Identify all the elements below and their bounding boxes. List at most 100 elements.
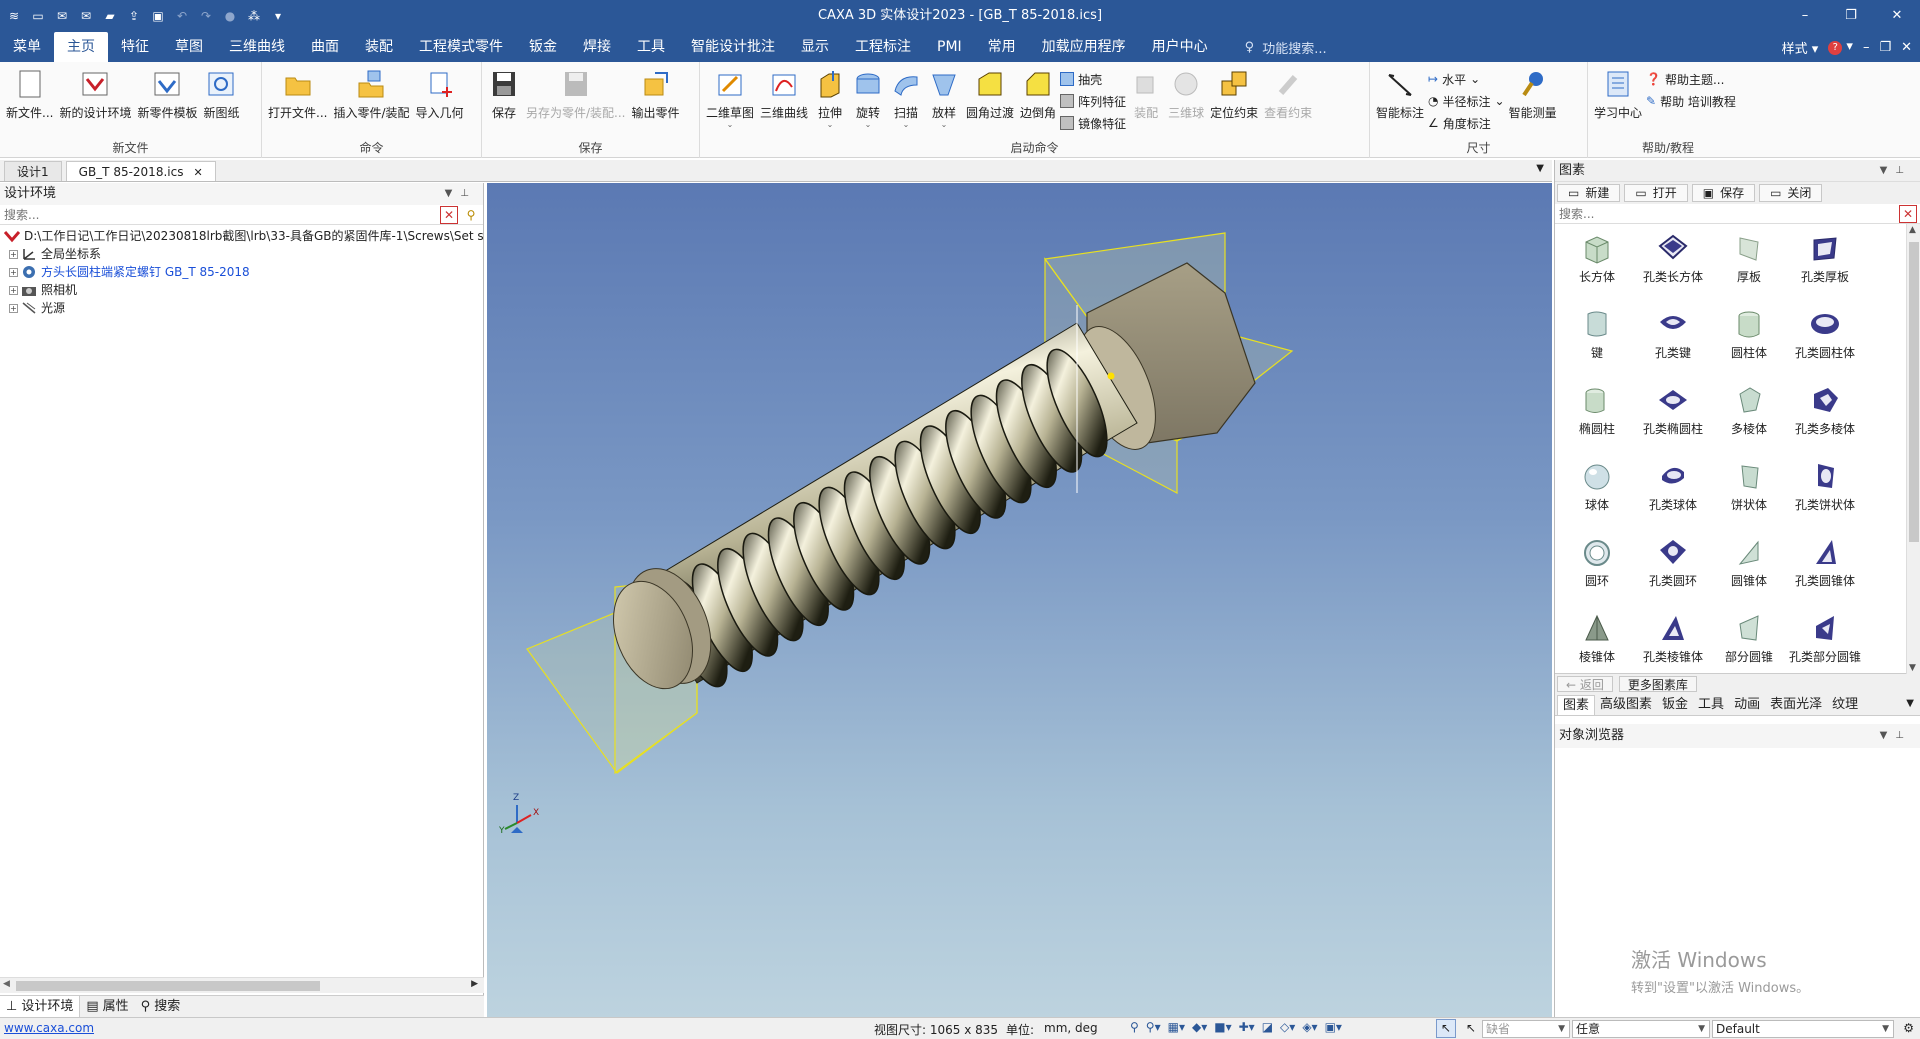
library-tab-0[interactable]: 图素	[1557, 694, 1596, 715]
mail-icon[interactable]: ✉	[78, 8, 94, 24]
shape-item-plate[interactable]: 厚板	[1711, 232, 1787, 302]
menu-item-15[interactable]: 常用	[975, 32, 1029, 62]
shape-item-holecyl[interactable]: 孔类圆柱体	[1787, 308, 1863, 378]
stop-icon[interactable]: ●	[222, 8, 238, 24]
scroll-down-icon[interactable]: ▼	[1909, 663, 1916, 673]
library-tab-2[interactable]: 钣金	[1657, 695, 1693, 715]
close-tab-icon[interactable]: ✕	[193, 166, 202, 179]
feature-search[interactable]: ♀ 功能搜索...	[1245, 32, 1327, 62]
doc-restore-button[interactable]: ❐	[1879, 40, 1891, 55]
shape-item-torus[interactable]: 圆环	[1559, 536, 1635, 606]
shape-item-pyramid[interactable]: 棱锥体	[1559, 612, 1635, 682]
close-button[interactable]: ✕	[1874, 0, 1920, 32]
pattern-button[interactable]: 阵列特征	[1060, 92, 1126, 110]
library-tab-6[interactable]: 纹理	[1827, 695, 1863, 715]
view-orient-icon[interactable]: ▦▾	[1168, 1020, 1185, 1034]
shape-item-ellcyl[interactable]: 椭圆柱	[1559, 384, 1635, 454]
shape-item-holeplate[interactable]: 孔类厚板	[1787, 232, 1863, 302]
tab-design1[interactable]: 设计1	[4, 161, 62, 181]
tab-design-environment[interactable]: ⊥ 设计环境	[0, 995, 81, 1018]
camera-view-icon[interactable]: ◇▾	[1280, 1020, 1295, 1034]
library-scroll-thumb[interactable]	[1909, 242, 1919, 542]
menu-item-6[interactable]: 装配	[352, 32, 406, 62]
catalog-open-button[interactable]: ▭ 打开	[1624, 184, 1688, 202]
expand-icon[interactable]: +	[9, 267, 18, 277]
menu-item-12[interactable]: 显示	[788, 32, 842, 62]
menu-item-3[interactable]: 草图	[162, 32, 216, 62]
style-menu[interactable]: 样式 ▾	[1782, 38, 1819, 57]
undo-icon[interactable]: ↶	[174, 8, 190, 24]
object-browser-dropdown-icon[interactable]: ▼	[1880, 730, 1896, 741]
shape-item-partcone[interactable]: 部分圆锥	[1711, 612, 1787, 682]
library-tab-5[interactable]: 表面光泽	[1765, 695, 1827, 715]
expand-icon[interactable]: +	[9, 303, 18, 313]
tree-item-global-axis[interactable]: + 全局坐标系	[0, 245, 483, 263]
shape-item-holesphere[interactable]: 孔类球体	[1635, 460, 1711, 530]
3d-viewport[interactable]: Z Y X	[487, 183, 1552, 1017]
panel-dropdown-icon[interactable]: ▼	[445, 188, 461, 199]
tab-search[interactable]: ⚲ 搜索	[135, 996, 187, 1018]
shape-item-sphere[interactable]: 球体	[1559, 460, 1635, 530]
catalog-new-button[interactable]: ▭ 新建	[1557, 184, 1621, 202]
menu-item-16[interactable]: 加载应用程序	[1029, 32, 1139, 62]
menu-item-10[interactable]: 工具	[624, 32, 678, 62]
shape-item-holepyramid[interactable]: 孔类棱锥体	[1635, 612, 1711, 682]
toolbar-options-icon[interactable]: ⁂	[246, 8, 262, 24]
horizontal-dim-button[interactable]: ↦ 水平 ⌄	[1428, 70, 1505, 88]
mirror-button[interactable]: 镜像特征	[1060, 114, 1126, 132]
catalog-save-button[interactable]: ▣ 保存	[1691, 184, 1756, 202]
shape-item-holecone[interactable]: 孔类圆锥体	[1787, 536, 1863, 606]
help-topics-button[interactable]: ❓ 帮助主题...	[1646, 70, 1736, 88]
menu-item-0[interactable]: 菜单	[0, 32, 54, 62]
upload-icon[interactable]: ⇪	[126, 8, 142, 24]
filter-icon[interactable]: ⚲	[462, 206, 480, 224]
angle-dim-button[interactable]: ∠ 角度标注	[1428, 114, 1505, 132]
zoom-icon[interactable]: ⚲	[1130, 1020, 1139, 1034]
catalog-clear-search-icon[interactable]: ✕	[1899, 204, 1917, 223]
shape-item-holepartcone[interactable]: 孔类部分圆锥	[1787, 612, 1863, 682]
tree-search-input[interactable]	[0, 205, 436, 224]
tree-horizontal-scrollbar[interactable]: ◀ ▶	[0, 977, 484, 993]
clear-search-icon[interactable]: ✕	[440, 205, 458, 224]
tab-properties[interactable]: ▤ 属性	[80, 996, 134, 1018]
default-select[interactable]: Default ▼	[1712, 1020, 1894, 1038]
select-mode-button[interactable]: ↖	[1436, 1019, 1456, 1038]
website-link[interactable]: www.caxa.com	[4, 1021, 94, 1035]
menu-item-4[interactable]: 三维曲线	[216, 32, 298, 62]
new-design-icon[interactable]: ✉	[54, 8, 70, 24]
shape-item-holebox[interactable]: 孔类长方体	[1635, 232, 1711, 302]
customize-qat-icon[interactable]: ▾	[270, 8, 286, 24]
filter-view-icon[interactable]: ◪	[1262, 1020, 1273, 1034]
shape-item-cyl[interactable]: 圆柱体	[1711, 308, 1787, 378]
status-settings-icon[interactable]: ⚙	[1903, 1021, 1914, 1035]
menu-item-13[interactable]: 工程标注	[842, 32, 924, 62]
doc-minimize-button[interactable]: –	[1863, 40, 1870, 55]
shape-item-pie[interactable]: 饼状体	[1711, 460, 1787, 530]
open-folder-icon[interactable]: ▰	[102, 8, 118, 24]
shape-item-holeellcyl[interactable]: 孔类椭圆柱	[1635, 384, 1711, 454]
tree-item-camera[interactable]: + 照相机	[0, 281, 483, 299]
menu-item-9[interactable]: 焊接	[570, 32, 624, 62]
library-scrollbar[interactable]: ▲ ▼	[1906, 224, 1920, 674]
app-menu-icon[interactable]: ≋	[6, 8, 22, 24]
catalog-close-button[interactable]: ▭ 关闭	[1759, 184, 1823, 202]
training-tutorial-button[interactable]: ✎ 帮助 培训教程	[1646, 92, 1736, 110]
menu-item-17[interactable]: 用户中心	[1139, 32, 1221, 62]
shape-item-key[interactable]: 键	[1559, 308, 1635, 378]
section-icon[interactable]: ✚▾	[1239, 1020, 1255, 1034]
shape-item-holepie[interactable]: 孔类饼状体	[1787, 460, 1863, 530]
maximize-button[interactable]: ❐	[1828, 0, 1874, 32]
selection-handle[interactable]	[1107, 372, 1115, 380]
shape-item-cone[interactable]: 圆锥体	[1711, 536, 1787, 606]
library-tab-3[interactable]: 工具	[1693, 695, 1729, 715]
zoom-window-icon[interactable]: ⚲▾	[1146, 1020, 1161, 1034]
scroll-thumb[interactable]	[16, 981, 320, 991]
tree-item-part[interactable]: + 方头长圆柱端紧定螺钉 GB_T 85-2018	[0, 263, 483, 281]
object-browser-pin-icon[interactable]: ⊥	[1895, 730, 1912, 741]
shape-item-box[interactable]: 长方体	[1559, 232, 1635, 302]
display-mode-icon[interactable]: ■▾	[1214, 1020, 1231, 1034]
library-tab-4[interactable]: 动画	[1729, 695, 1765, 715]
menu-item-1[interactable]: 主页	[54, 32, 108, 62]
perspective-icon[interactable]: ▣▾	[1325, 1020, 1342, 1034]
library-tab-1[interactable]: 高级图素	[1595, 695, 1657, 715]
